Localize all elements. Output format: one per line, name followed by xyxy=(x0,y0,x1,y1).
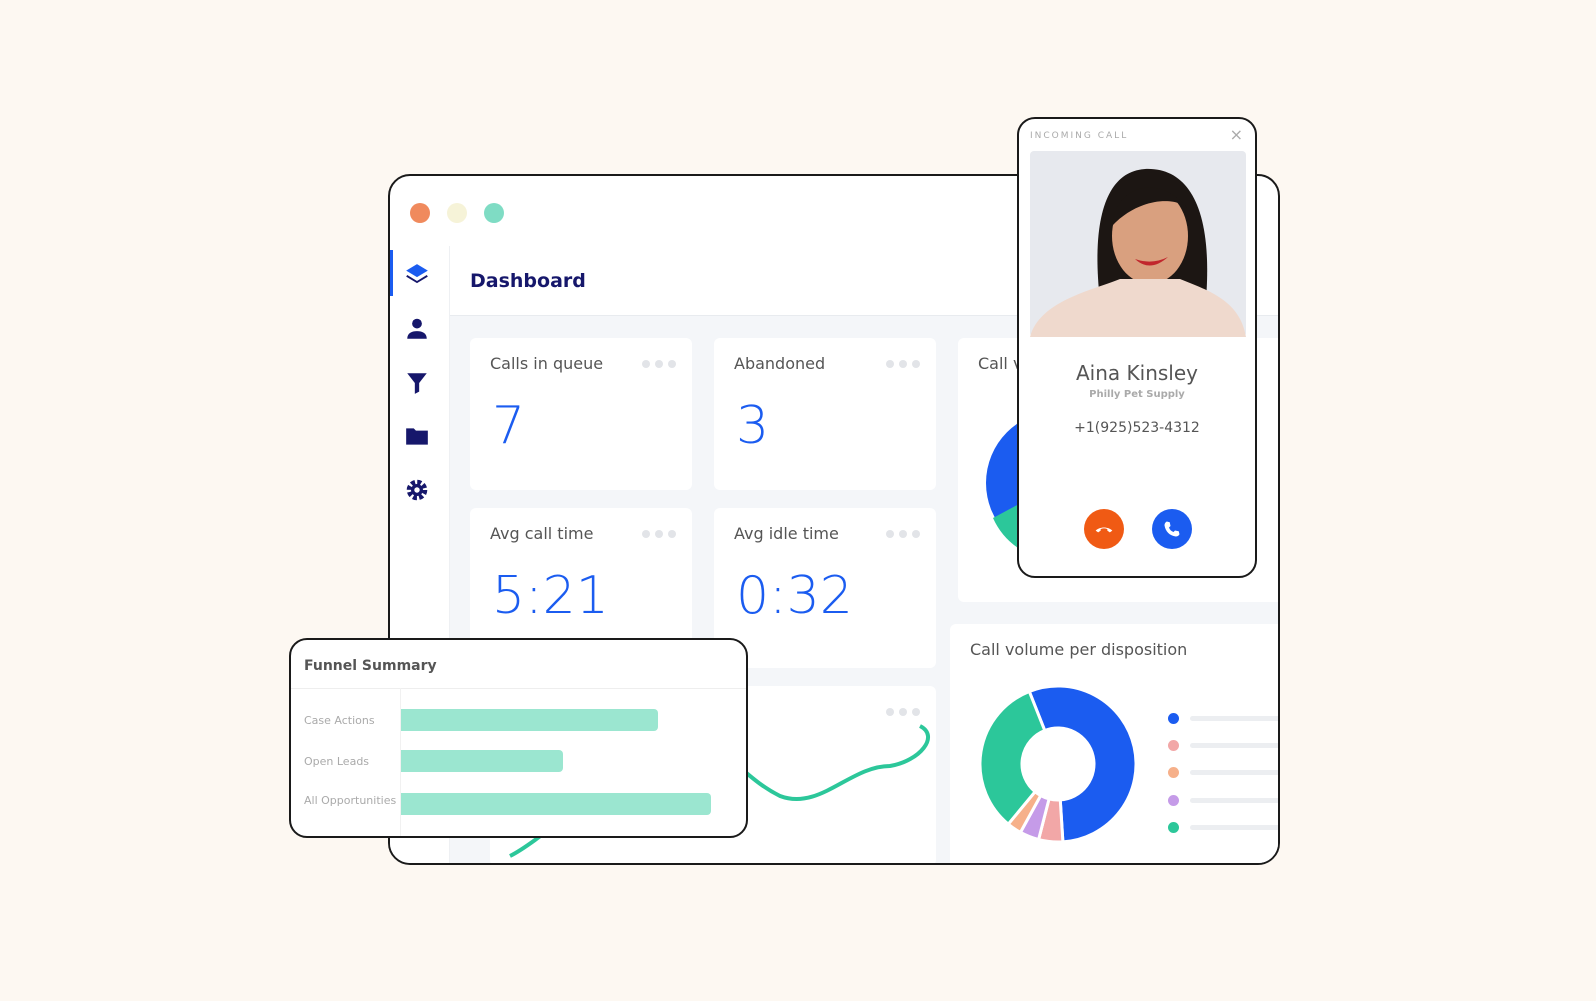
page-title: Dashboard xyxy=(470,270,586,292)
legend-dot xyxy=(1168,713,1179,724)
more-options-button[interactable] xyxy=(886,530,920,538)
stat-card-calls-in-queue: Calls in queue 7 xyxy=(470,338,692,490)
active-indicator xyxy=(390,250,393,296)
more-options-button[interactable] xyxy=(642,360,676,368)
more-options-button[interactable] xyxy=(642,530,676,538)
funnel-label: All Opportunities xyxy=(304,794,397,807)
hang-up-icon xyxy=(1095,527,1113,533)
legend-dot xyxy=(1168,740,1179,751)
funnel-bar-all-opportunities xyxy=(401,793,712,815)
legend-dot xyxy=(1168,767,1179,778)
user-icon[interactable] xyxy=(404,316,430,342)
legend-label-placeholder xyxy=(1190,798,1278,803)
phone-icon xyxy=(1164,521,1180,537)
stat-value: 0:32 xyxy=(736,566,853,626)
funnel-bar-open-leads xyxy=(401,750,563,772)
stat-value: 5:21 xyxy=(492,566,609,626)
caller-phone: +1(925)523-4312 xyxy=(1074,420,1200,436)
window-maximize-button[interactable] xyxy=(484,203,504,223)
caller-company: Philly Pet Supply xyxy=(1089,389,1185,400)
legend-dot xyxy=(1168,822,1179,833)
stat-label: Calls in queue xyxy=(490,354,604,373)
funnel-label: Open Leads xyxy=(304,755,370,768)
disposition-donut-chart xyxy=(978,684,1138,844)
close-icon[interactable]: × xyxy=(1230,125,1243,144)
legend-label-placeholder xyxy=(1190,770,1278,775)
funnel-summary-card: Funnel Summary Case Actions Open Leads A… xyxy=(289,638,748,838)
disposition-card: Call volume per disposition xyxy=(950,624,1278,863)
card-title: Call volume per disposition xyxy=(970,640,1188,659)
legend-label-placeholder xyxy=(1190,716,1278,721)
layers-icon[interactable] xyxy=(404,262,430,288)
window-minimize-button[interactable] xyxy=(447,203,467,223)
accept-call-button[interactable] xyxy=(1152,509,1192,549)
stat-value: 3 xyxy=(736,396,770,456)
filter-icon[interactable] xyxy=(404,370,430,396)
funnel-label: Case Actions xyxy=(304,714,375,727)
incoming-call-heading: INCOMING CALL xyxy=(1030,131,1129,141)
decline-call-button[interactable] xyxy=(1084,509,1124,549)
stat-label: Avg idle time xyxy=(734,524,839,543)
folder-icon[interactable] xyxy=(404,423,430,449)
stat-label: Avg call time xyxy=(490,524,594,543)
stat-value: 7 xyxy=(492,396,526,456)
gear-icon[interactable] xyxy=(404,477,430,503)
legend-label-placeholder xyxy=(1190,743,1278,748)
funnel-title: Funnel Summary xyxy=(304,658,437,674)
stat-card-abandoned: Abandoned 3 xyxy=(714,338,936,490)
window-close-button[interactable] xyxy=(410,203,430,223)
funnel-bar-case-actions xyxy=(401,709,659,731)
caller-name: Aina Kinsley xyxy=(1076,361,1198,385)
stat-card-avg-idle-time: Avg idle time 0:32 xyxy=(714,508,936,668)
divider xyxy=(291,688,746,689)
more-options-button[interactable] xyxy=(886,360,920,368)
legend-dot xyxy=(1168,795,1179,806)
card-title: Call v xyxy=(978,354,1023,373)
legend-label-placeholder xyxy=(1190,825,1278,830)
stat-label: Abandoned xyxy=(734,354,826,373)
incoming-call-card: INCOMING CALL × Aina Kinsley Philly Pet … xyxy=(1017,117,1257,578)
caller-photo xyxy=(1030,151,1246,337)
